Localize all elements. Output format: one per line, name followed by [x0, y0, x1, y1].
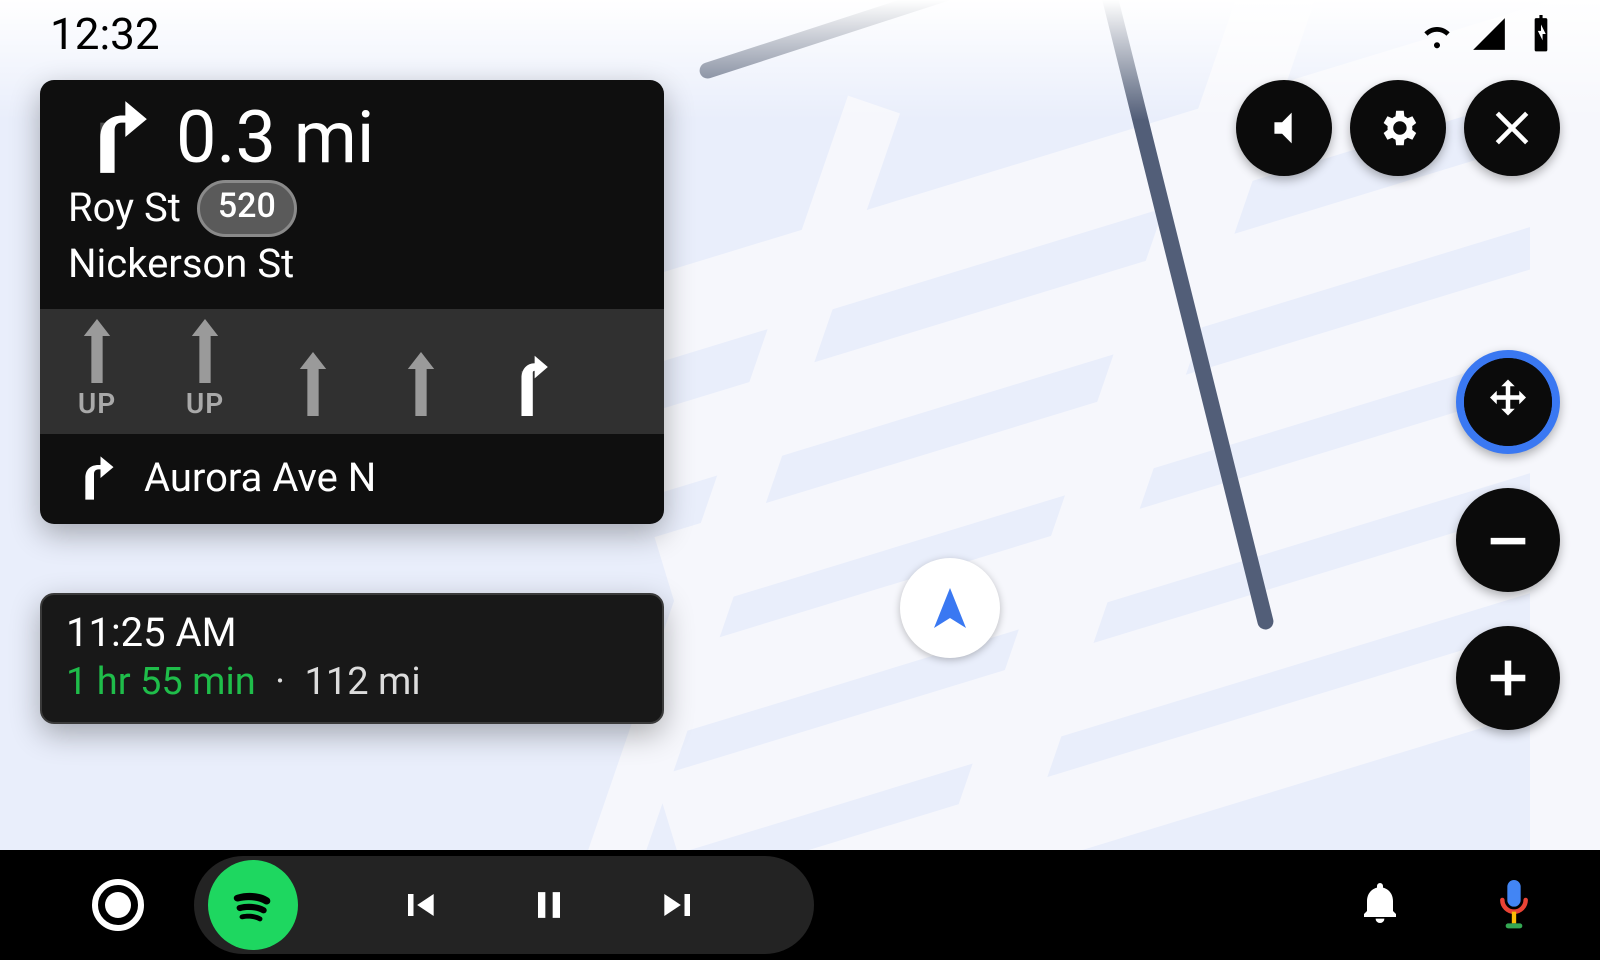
previous-track-button[interactable]: [354, 883, 484, 927]
gear-icon: [1375, 105, 1421, 151]
eta-distance: 112 mi: [305, 660, 421, 704]
bell-icon: [1356, 879, 1404, 927]
eta-card[interactable]: 11:25 AM 1 hr 55 min · 112 mi: [40, 593, 664, 724]
turn-street-secondary: Nickerson St: [68, 237, 636, 291]
minus-icon: [1482, 514, 1534, 566]
clock: 12:32: [50, 8, 160, 60]
wifi-icon: [1418, 15, 1456, 53]
lane-turn-right-icon: [506, 352, 552, 420]
route-number-badge: 520: [197, 180, 297, 237]
lane-sub-label: UP: [78, 387, 116, 420]
eta-separator: ·: [275, 660, 285, 704]
close-navigation-button[interactable]: [1464, 80, 1560, 176]
voice-assistant-button[interactable]: [1494, 879, 1534, 931]
media-control-pill: [194, 856, 814, 954]
system-navigation-bar: [0, 850, 1600, 960]
notifications-button[interactable]: [1356, 879, 1404, 931]
navigation-arrow-icon: [926, 584, 974, 632]
turn-right-icon: [68, 94, 154, 180]
pan-button[interactable]: [1456, 350, 1560, 454]
pause-icon: [527, 883, 571, 927]
eta-duration: 1 hr 55 min: [66, 660, 256, 704]
close-icon: [1484, 100, 1540, 156]
skip-next-icon: [657, 883, 701, 927]
spotify-icon: [222, 874, 284, 936]
microphone-icon: [1494, 879, 1534, 931]
volume-mute-icon: [1261, 105, 1307, 151]
lane-sub-label: UP: [186, 387, 224, 420]
settings-button[interactable]: [1350, 80, 1446, 176]
zoom-in-button[interactable]: [1456, 626, 1560, 730]
eta-arrival-time: 11:25 AM: [66, 609, 638, 656]
turn-right-small-icon: [68, 452, 120, 504]
current-location-marker[interactable]: [900, 558, 1000, 658]
launcher-button[interactable]: [92, 879, 144, 931]
status-bar: 12:32: [0, 8, 1600, 60]
navigation-card: 0.3 mi Roy St 520 Nickerson St UP UP: [40, 80, 664, 524]
turn-street-primary: Roy St: [68, 181, 181, 235]
battery-charging-icon: [1522, 15, 1560, 53]
turn-distance: 0.3 mi: [176, 95, 374, 180]
lane-guidance: UP UP: [40, 309, 664, 434]
lane-straight-icon: [290, 352, 336, 420]
next-step-street: Aurora Ave N: [144, 454, 376, 501]
pan-icon: [1481, 375, 1535, 429]
skip-previous-icon: [397, 883, 441, 927]
next-step-row: Aurora Ave N: [40, 434, 664, 524]
plus-icon: [1482, 652, 1534, 704]
cellular-icon: [1470, 15, 1508, 53]
pause-button[interactable]: [484, 883, 614, 927]
spotify-app-button[interactable]: [208, 860, 298, 950]
next-track-button[interactable]: [614, 883, 744, 927]
lane-straight-icon: [182, 319, 228, 387]
zoom-out-button[interactable]: [1456, 488, 1560, 592]
lane-straight-icon: [74, 319, 120, 387]
mute-button[interactable]: [1236, 80, 1332, 176]
lane-straight-icon: [398, 352, 444, 420]
